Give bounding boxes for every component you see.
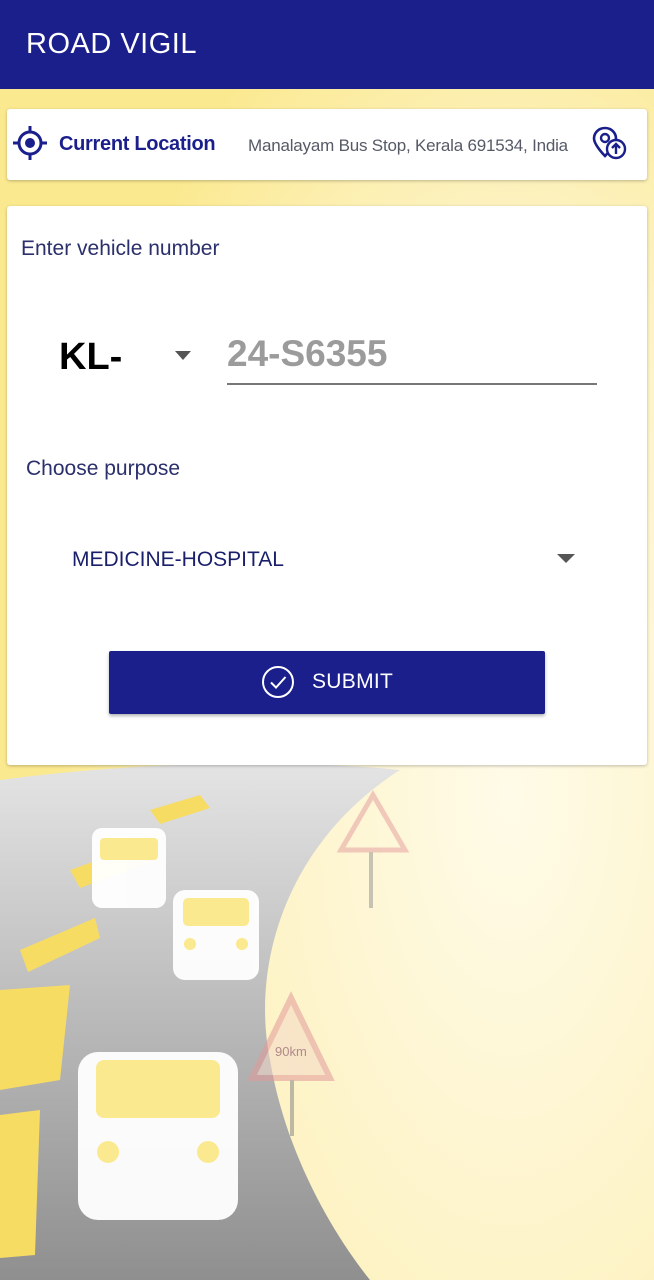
submit-button[interactable]: SUBMIT [109,651,545,714]
crosshair-target-icon [13,126,47,160]
submit-label: SUBMIT [312,670,394,693]
state-prefix-value: KL- [59,336,123,378]
app-title: ROAD VIGIL [26,28,197,60]
app-bar: ROAD VIGIL [0,0,654,89]
caret-down-icon [175,351,191,360]
purpose-label: Choose purpose [26,457,181,480]
current-location-label: Current Location [59,133,216,155]
sign-text: 90km [275,1044,307,1059]
vehicle-form-card: Enter vehicle number KL- Choose purpose … [7,206,647,765]
vehicle-number-label: Enter vehicle number [21,237,220,260]
vehicle-number-input[interactable] [227,331,597,385]
check-circle-icon [262,666,294,698]
caret-down-icon [557,554,575,563]
purpose-dropdown[interactable]: MEDICINE-HOSPITAL [63,536,583,580]
purpose-value: MEDICINE-HOSPITAL [72,548,284,571]
location-upload-icon[interactable] [591,125,627,161]
state-prefix-dropdown[interactable]: KL- [57,331,197,381]
current-location-address: Manalayam Bus Stop, Kerala 691534, India [248,136,568,155]
current-location-card: Current Location Manalayam Bus Stop, Ker… [7,109,647,180]
